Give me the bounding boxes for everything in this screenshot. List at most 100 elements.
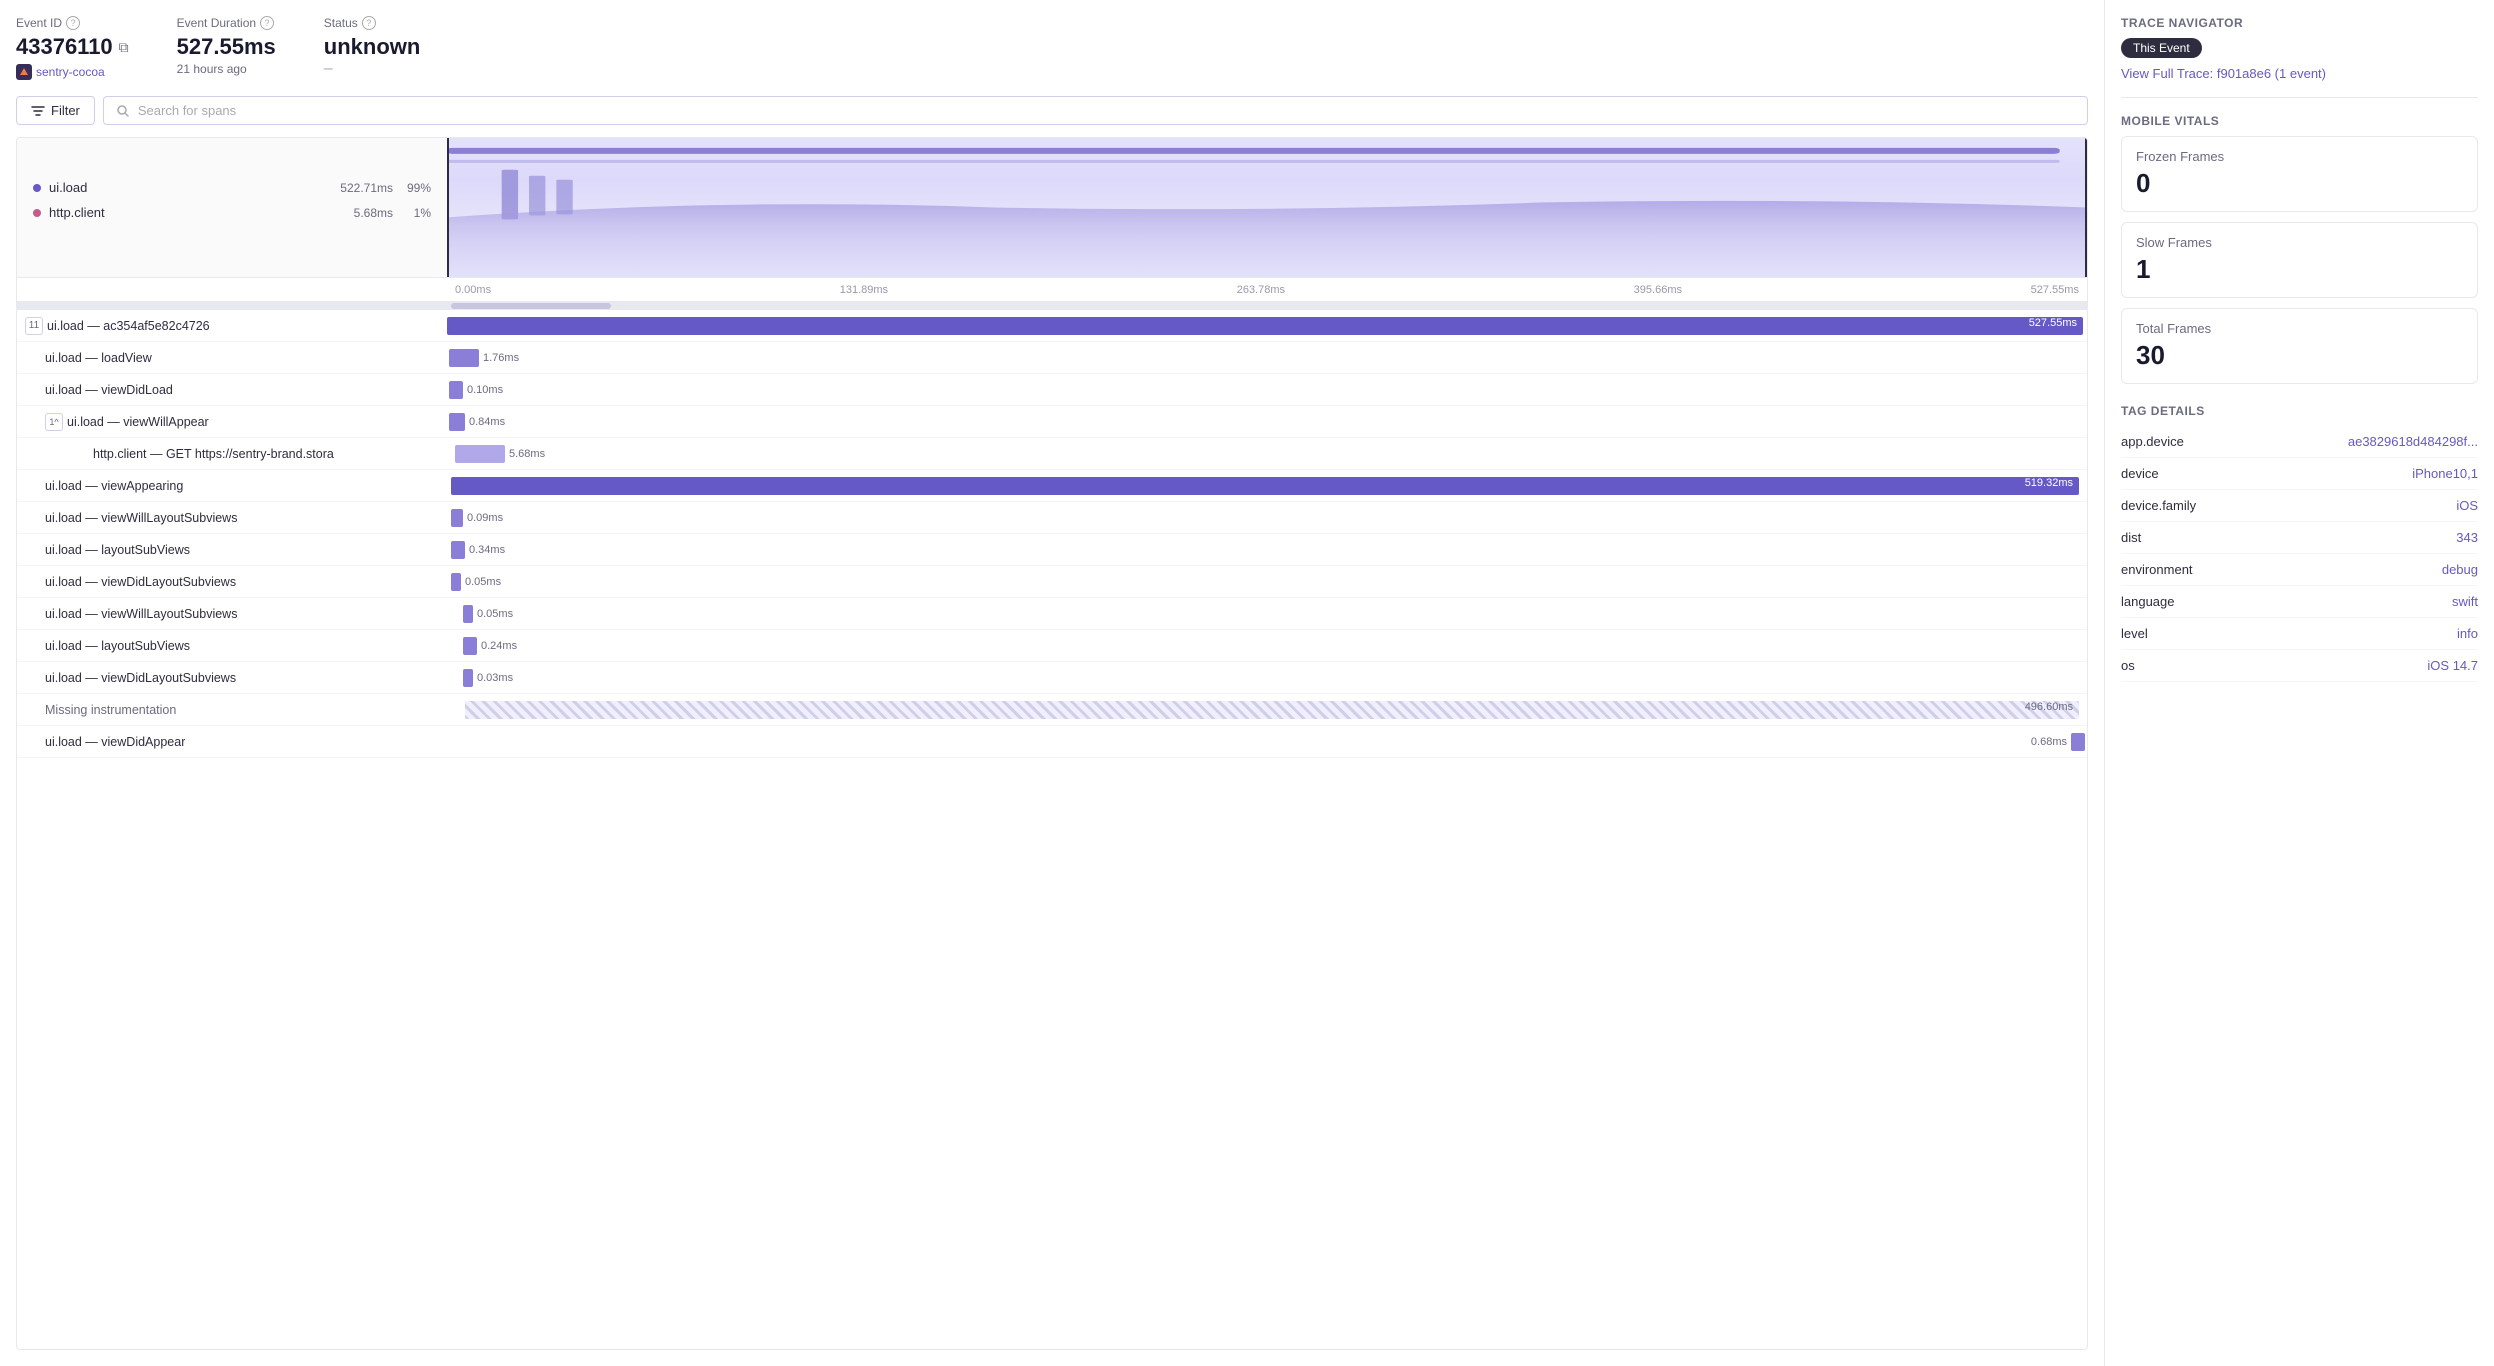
dot-uiload xyxy=(33,184,41,192)
span-row-s1[interactable]: ui.load — loadView 1.76ms xyxy=(17,342,2087,374)
tag-value[interactable]: info xyxy=(2457,626,2478,641)
project-link[interactable]: sentry-cocoa xyxy=(16,64,129,80)
spans-container: ui.load 522.71ms 99% http.client 5.68ms … xyxy=(16,137,2088,1350)
minimap-labels: ui.load 522.71ms 99% http.client 5.68ms … xyxy=(17,138,447,277)
tag-key: app.device xyxy=(2121,434,2184,449)
span-row-s11[interactable]: ui.load — viewDidLayoutSubviews 0.03ms xyxy=(17,662,2087,694)
span-row-s5[interactable]: ui.load — viewAppearing 519.32ms xyxy=(17,470,2087,502)
span-label-root: 11 ui.load — ac354af5e82c4726 xyxy=(17,317,447,335)
minimap-selection[interactable] xyxy=(447,138,2087,277)
total-frames-value: 30 xyxy=(2136,340,2463,371)
scroll-track[interactable] xyxy=(17,302,2087,310)
span-row-s9[interactable]: ui.load — viewWillLayoutSubviews 0.05ms xyxy=(17,598,2087,630)
span-bar-cell-s7: 0.34ms xyxy=(447,534,2087,565)
search-box[interactable]: Search for spans xyxy=(103,96,2088,125)
tag-key: device.family xyxy=(2121,498,2196,513)
duration-info-icon[interactable]: ? xyxy=(260,16,274,30)
span-row-s2[interactable]: ui.load — viewDidLoad 0.10ms xyxy=(17,374,2087,406)
total-frames-label: Total Frames xyxy=(2136,321,2463,336)
status-info-icon[interactable]: ? xyxy=(362,16,376,30)
span-row-s12[interactable]: Missing instrumentation 496.60ms xyxy=(17,694,2087,726)
tag-row: level info xyxy=(2121,618,2478,650)
minimap: ui.load 522.71ms 99% http.client 5.68ms … xyxy=(17,138,2087,278)
span-label-s11: ui.load — viewDidLayoutSubviews xyxy=(17,671,447,685)
expand-btn-s3[interactable]: 1^ xyxy=(45,413,63,431)
tag-key: language xyxy=(2121,594,2175,609)
tag-row: dist 343 xyxy=(2121,522,2478,554)
tag-key: os xyxy=(2121,658,2135,673)
slow-frames-value: 1 xyxy=(2136,254,2463,285)
span-bar-cell-root: 527.55ms xyxy=(447,310,2087,341)
slow-frames-card: Slow Frames 1 xyxy=(2121,222,2478,298)
copy-icon[interactable]: ⧉ xyxy=(119,39,129,56)
span-row-s4[interactable]: http.client — GET https://sentry-brand.s… xyxy=(17,438,2087,470)
span-row-s3[interactable]: 1^ ui.load — viewWillAppear 0.84ms xyxy=(17,406,2087,438)
status-value: unknown xyxy=(324,34,421,60)
span-row-s7[interactable]: ui.load — layoutSubViews 0.34ms xyxy=(17,534,2087,566)
tag-value[interactable]: iPhone10,1 xyxy=(2412,466,2478,481)
event-duration-label: Event Duration ? xyxy=(177,16,276,30)
span-label-s5: ui.load — viewAppearing xyxy=(17,479,447,493)
tag-key: environment xyxy=(2121,562,2193,577)
toolbar: Filter Search for spans xyxy=(16,96,2088,125)
tag-value[interactable]: ae3829618d484298f... xyxy=(2348,434,2478,449)
total-frames-card: Total Frames 30 xyxy=(2121,308,2478,384)
span-row-s10[interactable]: ui.load — layoutSubViews 0.24ms xyxy=(17,630,2087,662)
span-bar-cell-s2: 0.10ms xyxy=(447,374,2087,405)
minimap-chart xyxy=(447,138,2087,277)
tag-row: device.family iOS xyxy=(2121,490,2478,522)
divider-1 xyxy=(2121,97,2478,98)
filter-button[interactable]: Filter xyxy=(16,96,95,125)
tag-value[interactable]: iOS xyxy=(2456,498,2478,513)
tag-row: environment debug xyxy=(2121,554,2478,586)
span-label-s12: Missing instrumentation xyxy=(17,703,447,717)
tag-details: Tag Details app.device ae3829618d484298f… xyxy=(2121,404,2478,682)
event-id-label: Event ID ? xyxy=(16,16,129,30)
span-row-s8[interactable]: ui.load — viewDidLayoutSubviews 0.05ms xyxy=(17,566,2087,598)
right-panel: Trace Navigator This Event View Full Tra… xyxy=(2104,0,2494,1366)
this-event-badge: This Event xyxy=(2121,38,2202,58)
span-label-s7: ui.load — layoutSubViews xyxy=(17,543,447,557)
span-label-s2: ui.load — viewDidLoad xyxy=(17,383,447,397)
span-bar-cell-s12: 496.60ms xyxy=(447,694,2087,725)
tag-details-title: Tag Details xyxy=(2121,404,2478,418)
dot-httpclient xyxy=(33,209,41,217)
event-id-info-icon[interactable]: ? xyxy=(66,16,80,30)
span-label-s3: 1^ ui.load — viewWillAppear xyxy=(17,413,447,431)
tag-key: level xyxy=(2121,626,2148,641)
span-row-s13[interactable]: ui.load — viewDidAppear 0.68ms xyxy=(17,726,2087,758)
minimap-row-uiload: ui.load 522.71ms 99% xyxy=(33,180,431,195)
tag-row: app.device ae3829618d484298f... xyxy=(2121,426,2478,458)
span-label-s8: ui.load — viewDidLayoutSubviews xyxy=(17,575,447,589)
tag-rows-container: app.device ae3829618d484298f... device i… xyxy=(2121,426,2478,682)
frozen-frames-value: 0 xyxy=(2136,168,2463,199)
mobile-vitals-title: Mobile Vitals xyxy=(2121,114,2478,128)
tag-value[interactable]: swift xyxy=(2452,594,2478,609)
span-bar-cell-s4: 5.68ms xyxy=(447,438,2087,469)
span-label-s1: ui.load — loadView xyxy=(17,351,447,365)
span-bar-cell-s5: 519.32ms xyxy=(447,470,2087,501)
status-field: Status ? unknown – xyxy=(324,16,421,78)
span-bar-cell-s10: 0.24ms xyxy=(447,630,2087,661)
span-bar-cell-s1: 1.76ms xyxy=(447,342,2087,373)
tag-value[interactable]: 343 xyxy=(2456,530,2478,545)
span-row-root[interactable]: 11 ui.load — ac354af5e82c4726 527.55ms xyxy=(17,310,2087,342)
event-duration-field: Event Duration ? 527.55ms 21 hours ago xyxy=(177,16,276,76)
span-bar-cell-s8: 0.05ms xyxy=(447,566,2087,597)
tag-row: language swift xyxy=(2121,586,2478,618)
span-bar-cell-s13: 0.68ms xyxy=(447,726,2087,757)
time-axis-ticks: 0.00ms 131.89ms 263.78ms 395.66ms 527.55… xyxy=(447,278,2087,301)
search-placeholder: Search for spans xyxy=(138,103,236,118)
span-row-s6[interactable]: ui.load — viewWillLayoutSubviews 0.09ms xyxy=(17,502,2087,534)
span-bar-cell-s3: 0.84ms xyxy=(447,406,2087,437)
minimap-row-httpclient: http.client 5.68ms 1% xyxy=(33,205,431,220)
frozen-frames-label: Frozen Frames xyxy=(2136,149,2463,164)
full-trace-link[interactable]: View Full Trace: f901a8e6 (1 event) xyxy=(2121,66,2326,81)
span-bar-cell-s11: 0.03ms xyxy=(447,662,2087,693)
expand-btn-root[interactable]: 11 xyxy=(25,317,43,335)
span-label-s13: ui.load — viewDidAppear xyxy=(17,735,447,749)
tag-value[interactable]: debug xyxy=(2442,562,2478,577)
tag-value[interactable]: iOS 14.7 xyxy=(2427,658,2478,673)
event-id-value: 43376110 xyxy=(16,34,113,60)
scroll-thumb[interactable] xyxy=(451,303,611,309)
